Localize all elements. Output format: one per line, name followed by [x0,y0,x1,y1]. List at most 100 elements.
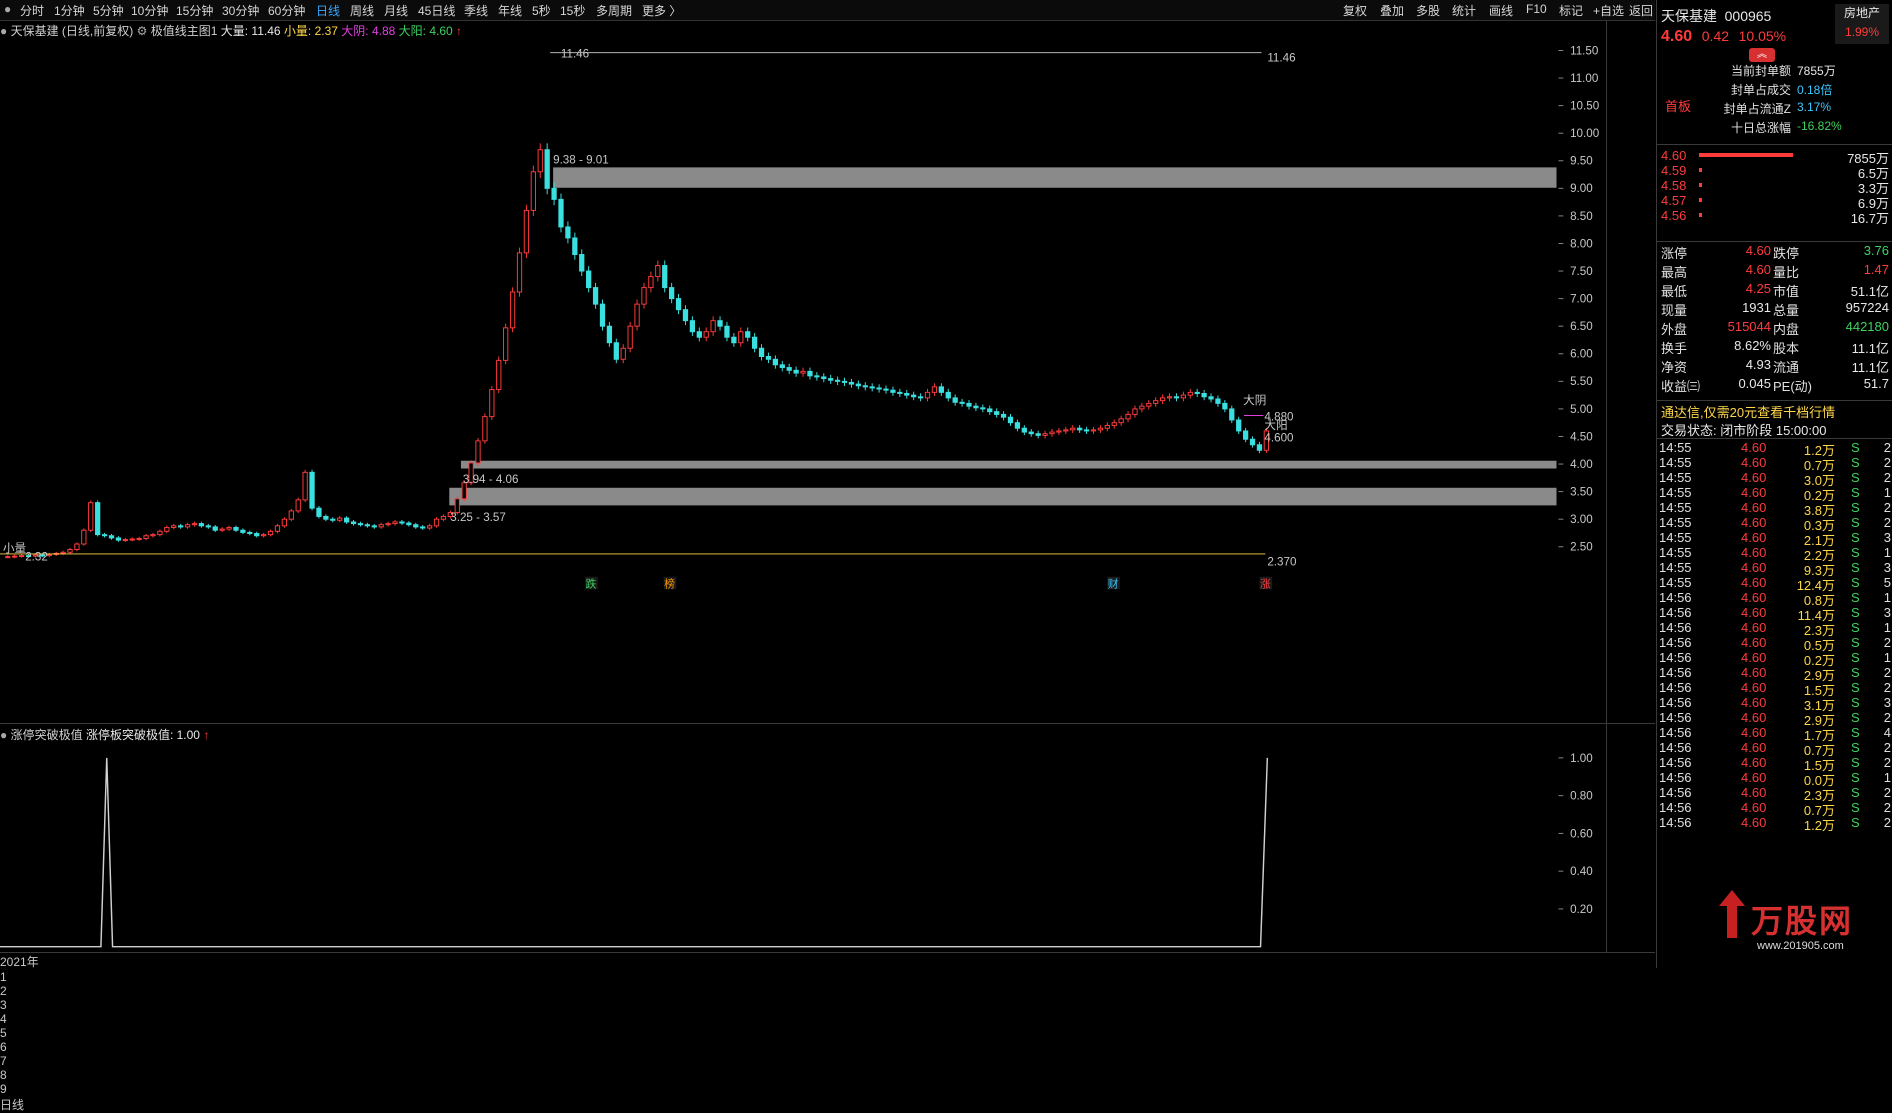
toolbar-button[interactable]: 统计 [1452,2,1476,19]
tick-time: 14:56 [1659,695,1692,710]
tab-timeframe[interactable]: 更多 〉 [642,2,681,19]
toolbar-button[interactable]: 叠加 [1380,2,1404,19]
promo-link[interactable]: 通达信,仅需20元查看千档行情 [1661,402,1891,420]
tab-timeframe[interactable]: 5分钟 [93,2,124,19]
bid-row[interactable]: 4.60 7855万 [1657,148,1892,166]
tick-row: 14:55 4.60 0.7万 S 2 [1657,455,1892,473]
candle-body [81,529,87,545]
stat-value: 51.7 [1863,376,1889,391]
candle-body [392,521,398,525]
tab-timeframe[interactable]: 30分钟 [222,2,259,19]
tick-count: 2 [1883,515,1891,530]
stat-label: 跌停 [1773,246,1800,261]
tab-timeframe[interactable]: 15秒 [560,2,585,19]
trade-status: 交易状态: 闭市阶段 15:00:00 [1661,423,1827,438]
tick-time: 14:56 [1659,710,1692,725]
tick-count: 2 [1883,440,1891,455]
toolbar-button[interactable]: 返回 [1629,2,1653,19]
last-price: 4.60 [1661,28,1693,45]
tick-time: 14:56 [1659,605,1692,620]
tab-timeframe[interactable]: 日线 [316,2,340,19]
candle-body [655,265,661,278]
stats-row: 外盘 515044 内盘 442180 [1657,319,1892,337]
bid-row[interactable]: 4.56 16.7万 [1657,208,1892,226]
legend-big-yin: 大阴: 4.88 [341,24,396,38]
gear-icon[interactable]: ⚙ [137,24,148,38]
tick-count: 2 [1883,500,1891,515]
toolbar-button[interactable]: F10 [1526,2,1547,16]
tab-timeframe[interactable]: 45日线 [418,2,455,19]
candle-body [987,408,993,413]
tab-timeframe[interactable]: 年线 [498,2,522,19]
candle-body [164,526,170,532]
tab-timeframe[interactable]: 月线 [384,2,408,19]
tick-volume: 1.2万 [1803,818,1835,833]
bid-row[interactable]: 4.57 6.9万 [1657,193,1892,211]
tab-timeframe[interactable]: 1分钟 [54,2,85,19]
collapse-button[interactable]: ︽ [1749,48,1775,62]
tick-row: 14:55 4.60 12.4万 S 5 [1657,575,1892,593]
candle-body [938,386,944,393]
bid-volume: 16.7万 [1850,211,1889,226]
candle-body [1180,394,1187,399]
bid-price: 4.58 [1661,178,1687,193]
tick-count: 2 [1883,710,1891,725]
candle-body [88,502,94,531]
tab-timeframe[interactable]: 60分钟 [268,2,305,19]
big-yin-tag: 大阴 [1243,393,1266,407]
indicator-tick-label: 0.60 [1570,827,1593,840]
event-marker[interactable]: 涨 [1260,578,1271,590]
tab-timeframe[interactable]: 15分钟 [176,2,213,19]
resistance-zone [460,460,1557,469]
bid-row[interactable]: 4.58 3.3万 [1657,178,1892,196]
stat-value: 4.93 [1745,357,1771,372]
candle-body [101,534,108,537]
tab-timeframe[interactable]: 季线 [464,2,488,19]
candle-body [779,364,785,369]
candlestick-chart[interactable]: 2.50 3.00 3.50 4.00 4.50 5.00 5.50 6.00 6.50 7.00… [0,20,1606,723]
candle-body [337,517,343,521]
candle-body [1222,402,1228,410]
legend-big-vol: 大量: 11.46 [220,24,281,38]
tab-timeframe[interactable]: 多周期 [596,2,632,19]
event-marker[interactable]: 榜 [664,577,675,590]
tick-row: 14:56 4.60 0.2万 S 1 [1657,650,1892,668]
zone-label: 3.94 - 4.06 [463,473,519,486]
toolbar-button[interactable]: +自选 [1593,2,1624,19]
tick-row: 14:56 4.60 2.3万 S 2 [1657,785,1892,803]
event-marker[interactable]: 跌 [586,577,597,590]
tick-row: 14:55 4.60 3.0万 S 2 [1657,470,1892,488]
bid-volume-bar [1699,198,1702,202]
indicator-chart[interactable]: 0.20 0.40 0.60 0.80 1.00 [0,724,1606,952]
stat-value: 1.47 [1863,262,1889,277]
tab-timeframe[interactable]: 周线 [350,2,374,19]
candle-body [1077,427,1083,431]
event-marker[interactable]: 财 [1108,577,1119,590]
candle-body [240,529,246,533]
bid-row[interactable]: 4.59 6.5万 [1657,163,1892,181]
tick-row: 14:56 4.60 2.3万 S 1 [1657,620,1892,638]
stat-label: 内盘 [1773,322,1800,337]
stat-value: 4.60 [1745,262,1771,277]
bid-price: 4.56 [1661,208,1687,223]
tick-side: S [1851,575,1860,590]
candle-body [772,358,778,366]
candle-body [606,325,613,344]
tick-time: 14:56 [1659,755,1692,770]
toolbar-button[interactable]: 标记 [1559,2,1583,19]
seal-info-label: 封单占流通Z [1723,102,1791,116]
tick-price: 4.60 [1741,515,1767,530]
tick-price: 4.60 [1741,530,1767,545]
tab-timeframe[interactable]: 分时 [20,2,44,19]
candle-body [1014,422,1021,429]
tab-timeframe[interactable]: 5秒 [532,2,551,19]
candle-body [675,298,682,311]
candle-body [302,471,308,501]
tab-timeframe[interactable]: 10分钟 [131,2,168,19]
tick-row: 14:56 4.60 1.5万 S 2 [1657,680,1892,698]
candle-body [917,396,924,399]
toolbar-button[interactable]: 复权 [1343,2,1367,19]
toolbar-button[interactable]: 画线 [1489,2,1513,19]
tick-time: 14:55 [1659,485,1692,500]
toolbar-button[interactable]: 多股 [1416,2,1440,19]
